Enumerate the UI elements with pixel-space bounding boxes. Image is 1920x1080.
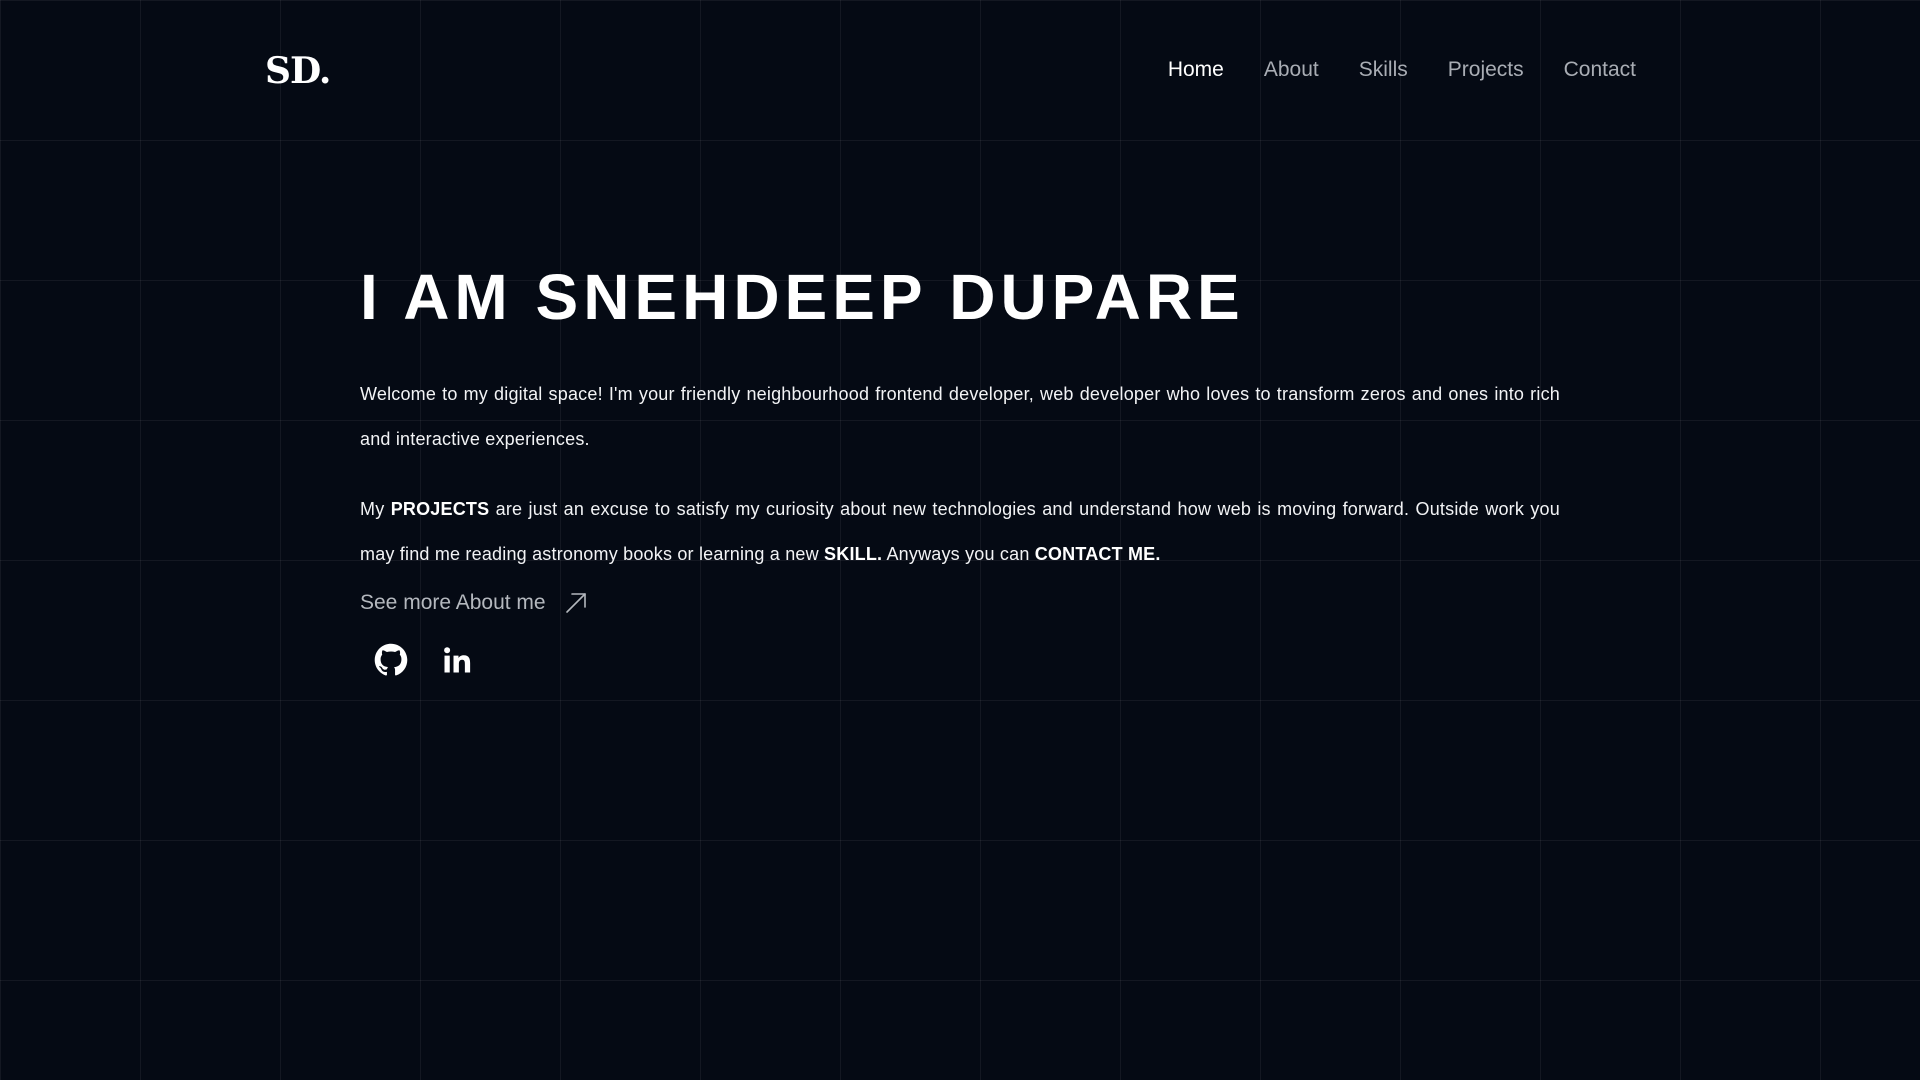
site-header: SD. Home About Skills Projects Contact	[0, 0, 1920, 140]
nav-item-skills[interactable]: Skills	[1359, 58, 1408, 82]
paragraph-text: Anyways you can	[882, 544, 1035, 565]
projects-link[interactable]: PROJECTS	[391, 499, 490, 519]
see-more-label: See more About me	[360, 591, 546, 615]
nav-item-home[interactable]: Home	[1168, 58, 1224, 82]
hero-section: I AM SNEHDEEP DUPARE Welcome to my digit…	[360, 262, 1560, 677]
main-nav: Home About Skills Projects Contact	[1168, 58, 1636, 82]
skill-link[interactable]: SKILL.	[824, 544, 882, 564]
linkedin-icon[interactable]	[440, 643, 474, 677]
arrow-up-right-icon	[564, 591, 588, 615]
github-icon[interactable]	[374, 643, 408, 677]
nav-item-projects[interactable]: Projects	[1448, 58, 1524, 82]
nav-item-about[interactable]: About	[1264, 58, 1319, 82]
nav-item-contact[interactable]: Contact	[1564, 58, 1636, 82]
contact-me-link[interactable]: CONTACT ME.	[1035, 544, 1161, 564]
page-title: I AM SNEHDEEP DUPARE	[360, 261, 1245, 333]
intro-paragraph: Welcome to my digital space! I'm your fr…	[360, 384, 1560, 450]
projects-paragraph: My PROJECTS are just an excuse to satisf…	[360, 487, 1560, 577]
paragraph-text: My	[360, 499, 391, 520]
see-more-about-link[interactable]: See more About me	[360, 591, 588, 615]
social-links	[374, 643, 1560, 677]
logo[interactable]: SD.	[265, 50, 331, 92]
